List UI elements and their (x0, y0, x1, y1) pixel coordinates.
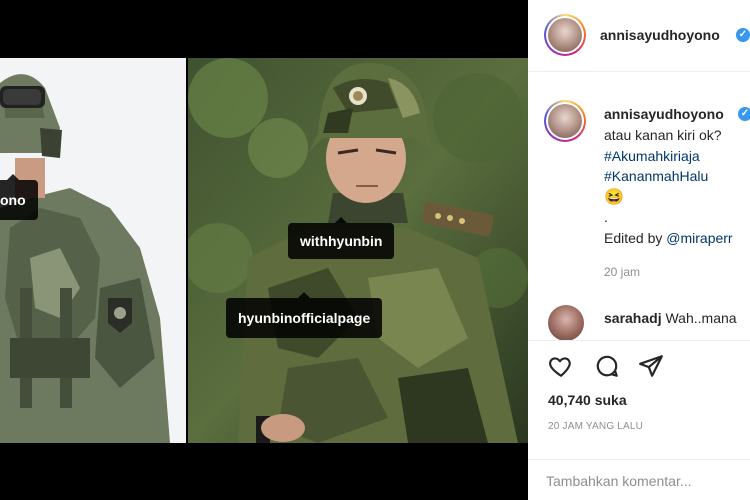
heart-icon[interactable] (548, 353, 574, 379)
avatar-image (548, 104, 582, 138)
author-username[interactable]: annisayudhoyono (600, 27, 720, 43)
post-sidebar: annisayudhoyono ✓ annisayudhoyono ✓ atau… (528, 0, 750, 500)
caption-author-avatar[interactable] (544, 100, 586, 142)
photo-right-soldier[interactable]: withhyunbin hyunbinofficialpage (188, 58, 528, 443)
edited-by-prefix: Edited by (604, 230, 667, 246)
verified-badge-icon: ✓ (736, 28, 750, 42)
verified-badge-icon: ✓ (738, 107, 750, 121)
post-actions: 40,740 suka 20 JAM YANG LALU Tambahkan k… (528, 340, 750, 500)
comment-username[interactable]: sarahadj (604, 310, 662, 326)
hashtag-akumahkiriaja[interactable]: #Akumahkiriaja (604, 146, 700, 167)
caption-dot: . (604, 209, 608, 225)
commenter-avatar[interactable] (548, 305, 584, 341)
comment-row: sarahadj Wah..mana (604, 308, 737, 329)
post-header: annisayudhoyono ✓ (528, 0, 750, 72)
caption-timestamp[interactable]: 20 jam (604, 265, 640, 279)
photo-tag-hyunbinofficialpage[interactable]: hyunbinofficialpage (226, 292, 383, 338)
photo-tag-left-label: ono (0, 192, 26, 208)
edited-by-mention[interactable]: @miraperr (666, 230, 732, 246)
hashtag-kananmahhalu[interactable]: #KananmahHalu (604, 166, 708, 187)
photo-tag-withhyunbin-label: withhyunbin (300, 233, 383, 249)
avatar-image (548, 18, 582, 52)
media-top-band (0, 0, 528, 58)
likes-count[interactable]: 40,740 suka (548, 392, 627, 408)
soldier-left-illustration (0, 58, 186, 443)
photo-tag-withhyunbin[interactable]: withhyunbin (288, 217, 395, 259)
comment-text: Wah..mana (665, 310, 737, 326)
add-comment-box[interactable]: Tambahkan komentar... (528, 459, 750, 500)
comment-bubble-icon[interactable] (594, 353, 620, 379)
photo-left-soldier[interactable]: ono (0, 58, 186, 443)
post-media[interactable]: ono withhyunbin hyunbinofficialpage (0, 0, 528, 500)
photo-tag-hyunbinofficialpage-label: hyunbinofficialpage (238, 310, 371, 326)
paper-plane-icon[interactable] (638, 353, 664, 379)
photo-tag-left[interactable]: ono (0, 174, 38, 220)
caption-username[interactable]: annisayudhoyono (604, 106, 724, 122)
post-timestamp[interactable]: 20 JAM YANG LALU (548, 421, 643, 432)
comment-input[interactable]: Tambahkan komentar... (546, 473, 692, 489)
caption-line-1: atau kanan kiri ok? (604, 127, 722, 143)
author-avatar[interactable] (544, 14, 586, 56)
edited-by-line: Edited by @miraperr (604, 228, 733, 249)
media-bottom-band (0, 443, 528, 500)
caption-emoji: 😆 (604, 189, 624, 206)
